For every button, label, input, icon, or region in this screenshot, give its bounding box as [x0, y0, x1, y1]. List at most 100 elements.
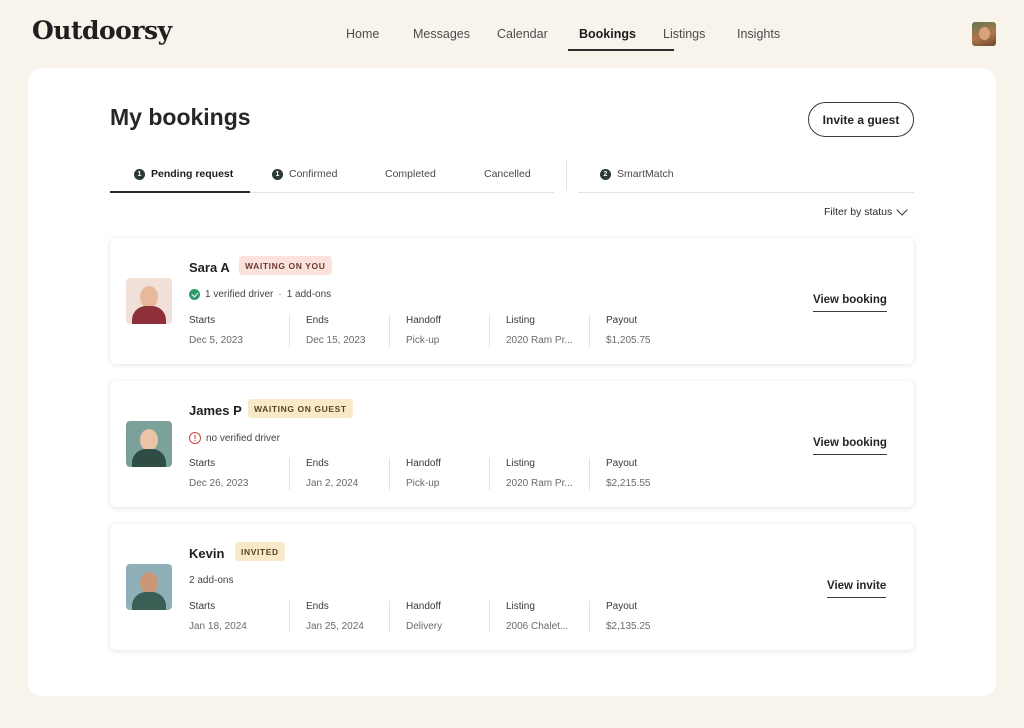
field-value: Jan 2, 2024	[306, 478, 359, 489]
guest-body	[132, 592, 166, 610]
field-starts: Starts Dec 26, 2023	[189, 458, 289, 490]
addons-count: 1 add-ons	[286, 289, 332, 300]
field-listing: Listing 2006 Chalet...	[489, 601, 589, 633]
booking-card[interactable]: Sara A WAITING ON YOU 1 verified driver …	[110, 238, 914, 364]
field-listing: Listing 2020 Ram Pr...	[489, 458, 589, 490]
booking-fields: Starts Dec 5, 2023 Ends Dec 15, 2023 Hando…	[189, 315, 689, 347]
field-label: Payout	[606, 458, 638, 469]
outdoorsy-logo[interactable]: Outdoorsy	[32, 16, 172, 45]
guest-photo	[126, 278, 172, 324]
nav-item-calendar[interactable]: Calendar	[497, 0, 579, 52]
tab-completed[interactable]: Completed	[385, 160, 436, 194]
field-label: Ends	[306, 315, 329, 326]
tab-baseline	[578, 192, 914, 193]
field-value: Delivery	[406, 621, 443, 632]
field-value: Dec 5, 2023	[189, 335, 243, 346]
field-starts: Starts Jan 18, 2024	[189, 601, 289, 633]
nav-item-messages[interactable]: Messages	[413, 0, 497, 52]
field-payout: Payout $2,135.25	[589, 601, 689, 633]
field-value: 2006 Chalet...	[506, 621, 569, 632]
field-label: Handoff	[406, 315, 441, 326]
field-label: Ends	[306, 601, 329, 612]
field-label: Starts	[189, 315, 216, 326]
guest-photo	[126, 564, 172, 610]
field-value: 2020 Ram Pr...	[506, 335, 573, 346]
field-listing: Listing 2020 Ram Pr...	[489, 315, 589, 347]
field-starts: Starts Dec 5, 2023	[189, 315, 289, 347]
tab-label: Completed	[385, 168, 436, 180]
field-value: Pick-up	[406, 335, 440, 346]
tab-label: Pending request	[151, 168, 234, 180]
field-label: Payout	[606, 601, 638, 612]
booking-meta: ! no verified driver	[189, 432, 280, 444]
nav-item-bookings[interactable]: Bookings	[568, 0, 674, 52]
driver-status: no verified driver	[206, 432, 280, 444]
field-handoff: Handoff Delivery	[389, 601, 489, 633]
main-nav: Home Messages Calendar Bookings Listings…	[346, 0, 797, 52]
booking-fields: Starts Jan 18, 2024 Ends Jan 25, 2024 Hand…	[189, 601, 689, 633]
field-label: Ends	[306, 458, 329, 469]
driver-status: 1 verified driver	[205, 289, 274, 300]
field-value: $1,205.75	[606, 335, 651, 346]
field-value: Pick-up	[406, 478, 440, 489]
nav-item-home[interactable]: Home	[346, 0, 413, 52]
tab-label: SmartMatch	[617, 168, 674, 180]
field-handoff: Handoff Pick-up	[389, 458, 489, 490]
guest-face	[140, 429, 158, 451]
guest-photo	[126, 421, 172, 467]
field-value: Jan 25, 2024	[306, 621, 364, 632]
tab-cancelled[interactable]: Cancelled	[484, 160, 531, 194]
chevron-down-icon	[896, 204, 908, 216]
booking-meta: 2 add-ons	[189, 575, 233, 586]
booking-card[interactable]: James P WAITING ON GUEST ! no verified d…	[110, 381, 914, 507]
booking-fields: Starts Dec 26, 2023 Ends Jan 2, 2024 Hando…	[189, 458, 689, 490]
nav-item-insights[interactable]: Insights	[737, 0, 797, 52]
nav-item-listings[interactable]: Listings	[663, 0, 737, 52]
bookings-panel: My bookings Invite a guest 1 Pending req…	[28, 68, 996, 696]
invite-guest-button[interactable]: Invite a guest	[808, 102, 914, 137]
guest-face	[140, 286, 158, 308]
tab-confirmed[interactable]: 1 Confirmed	[272, 160, 337, 194]
tab-pending-request[interactable]: 1 Pending request	[134, 160, 233, 194]
filter-by-status-dropdown[interactable]: Filter by status	[824, 204, 908, 218]
guest-name: Kevin	[189, 546, 225, 561]
tab-count-badge: 1	[272, 168, 283, 180]
separator-dot: ·	[278, 289, 282, 300]
addons-count: 2 add-ons	[189, 575, 234, 586]
field-value: $2,135.25	[606, 621, 651, 632]
guest-name: James P	[189, 403, 242, 418]
guest-body	[132, 449, 166, 467]
status-badge: WAITING ON YOU	[239, 256, 332, 275]
top-nav-bar: Outdoorsy Home Messages Calendar Booking…	[0, 0, 1024, 68]
field-label: Starts	[189, 601, 216, 612]
warning-icon: !	[189, 432, 201, 444]
field-value: Jan 18, 2024	[189, 621, 247, 632]
field-value: 2020 Ram Pr...	[506, 478, 573, 489]
tab-smartmatch[interactable]: 2 SmartMatch	[600, 160, 674, 194]
field-label: Listing	[506, 315, 535, 326]
field-ends: Ends Dec 15, 2023	[289, 315, 389, 347]
view-booking-link[interactable]: View booking	[813, 294, 887, 312]
view-invite-link[interactable]: View invite	[827, 580, 887, 598]
guest-body	[132, 306, 166, 324]
verified-check-icon	[189, 289, 200, 300]
field-payout: Payout $2,215.55	[589, 458, 689, 490]
field-label: Handoff	[406, 601, 441, 612]
field-value: $2,215.55	[606, 478, 651, 489]
guest-name: Sara A	[189, 260, 230, 275]
page-title: My bookings	[110, 104, 251, 130]
booking-card[interactable]: Kevin INVITED 2 add-ons Starts Jan 18, 20…	[110, 524, 914, 650]
status-badge: WAITING ON GUEST	[248, 399, 353, 418]
tab-label: Confirmed	[289, 168, 338, 180]
field-label: Starts	[189, 458, 216, 469]
tab-divider	[566, 160, 567, 190]
field-handoff: Handoff Pick-up	[389, 315, 489, 347]
user-avatar[interactable]	[972, 22, 996, 46]
view-booking-link[interactable]: View booking	[813, 437, 887, 455]
tab-count-badge: 1	[134, 168, 145, 180]
field-ends: Ends Jan 2, 2024	[289, 458, 389, 490]
field-label: Listing	[506, 458, 535, 469]
field-label: Payout	[606, 315, 638, 326]
field-value: Dec 26, 2023	[189, 478, 249, 489]
guest-face	[140, 572, 158, 594]
